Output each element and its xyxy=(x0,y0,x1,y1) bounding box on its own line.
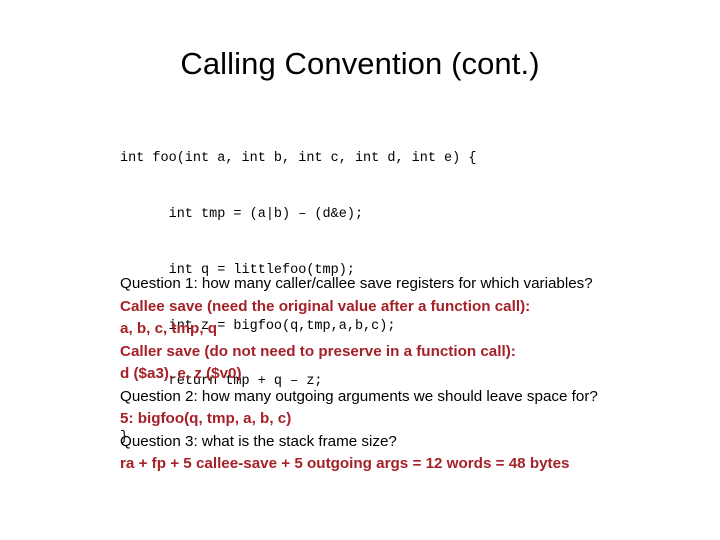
questions-answers-block: Question 1: how many caller/callee save … xyxy=(0,273,720,476)
answer-line: Callee save (need the original value aft… xyxy=(120,297,531,315)
page-title: Calling Convention (cont.) xyxy=(180,46,540,81)
code-line: int tmp = (a|b) – (d&e); xyxy=(120,206,364,222)
question-line: Question 3: what is the stack frame size… xyxy=(120,432,397,450)
slide-canvas: Calling Convention (cont.) int foo(int a… xyxy=(0,0,720,540)
code-line: int foo(int a, int b, int c, int d, int … xyxy=(120,151,477,167)
answer-line: d ($a3), e, z ($v0) xyxy=(120,365,242,382)
question-line: Question 2: how many outgoing arguments … xyxy=(120,387,598,405)
answer-line: Caller save (do not need to preserve in … xyxy=(120,342,516,360)
answer-line: 5: bigfoo(q, tmp, a, b, c) xyxy=(120,410,292,427)
answer-line: ra + fp + 5 callee-save + 5 outgoing arg… xyxy=(120,455,570,472)
question-line: Question 1: how many caller/callee save … xyxy=(120,275,593,292)
answer-line: a, b, c, tmp, q xyxy=(120,320,218,337)
